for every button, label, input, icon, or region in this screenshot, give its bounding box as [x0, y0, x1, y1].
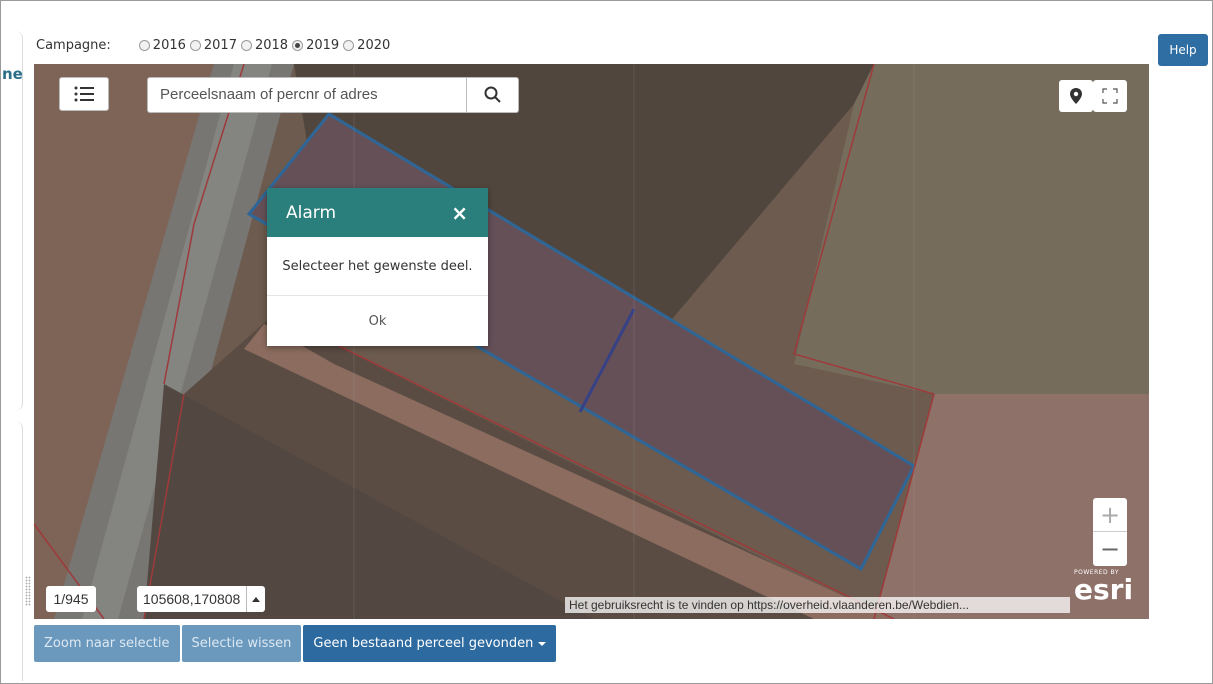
- campaign-selector: Campagne: 2016 2017 2018 2019 2020: [36, 38, 394, 53]
- no-parcel-found-button[interactable]: Geen bestaand perceel gevonden: [303, 625, 557, 662]
- clear-selection-button[interactable]: Selectie wissen: [181, 625, 302, 662]
- left-panel-edge: [1, 31, 23, 411]
- map-view[interactable]: Perceelsnaam of percnr of adres + − 1/94…: [34, 64, 1149, 619]
- campaign-label: Campagne:: [36, 38, 111, 53]
- dialog-header: Alarm ×: [267, 188, 488, 237]
- fullscreen-icon: [1102, 88, 1118, 104]
- campaign-option-2019[interactable]: 2019: [292, 38, 339, 53]
- campaign-option-2017[interactable]: 2017: [189, 38, 237, 53]
- campaign-option-2018[interactable]: 2018: [240, 38, 288, 53]
- zoom-out-button[interactable]: −: [1093, 532, 1127, 566]
- radio-button-checked[interactable]: [292, 40, 304, 51]
- search-icon: [484, 86, 501, 103]
- esri-logo: POWERED BY esri: [1074, 569, 1133, 604]
- dialog-message: Selecteer het gewenste deel.: [267, 237, 488, 296]
- chevron-down-icon: [538, 641, 547, 646]
- caret-up-icon: [252, 597, 261, 602]
- search-input[interactable]: Perceelsnaam of percnr of adres: [147, 77, 467, 113]
- campaign-option-2016[interactable]: 2016: [138, 38, 186, 53]
- alarm-dialog: Alarm × Selecteer het gewenste deel. Ok: [267, 188, 488, 346]
- radio-button[interactable]: [138, 40, 150, 51]
- list-icon: [74, 86, 94, 102]
- resize-grip[interactable]: [25, 576, 31, 606]
- modal-backdrop: [34, 64, 1149, 619]
- zoom-in-icon: +: [1099, 500, 1121, 529]
- zoom-control: + −: [1093, 498, 1127, 566]
- zoom-out-icon: −: [1099, 535, 1121, 563]
- left-panel-edge-lower: [1, 421, 23, 681]
- action-buttons: Zoom naar selectie Selectie wissen Geen …: [34, 625, 558, 662]
- map-attribution[interactable]: Het gebruiksrecht is te vinden op https:…: [565, 597, 1070, 613]
- fullscreen-button[interactable]: [1093, 80, 1127, 112]
- layer-list-button[interactable]: [59, 77, 109, 111]
- close-icon[interactable]: ×: [451, 201, 468, 225]
- app-frame: ne Campagne: 2016 2017 2018 2019 2020 He…: [0, 0, 1213, 684]
- radio-button[interactable]: [189, 40, 201, 51]
- radio-button[interactable]: [240, 40, 252, 51]
- search-bar: Perceelsnaam of percnr of adres: [147, 77, 519, 113]
- help-button[interactable]: Help: [1158, 34, 1208, 66]
- no-parcel-found-label: Geen bestaand perceel gevonden: [313, 636, 534, 651]
- parcel-counter: 1/945: [46, 586, 96, 612]
- radio-button[interactable]: [343, 40, 355, 51]
- dialog-title: Alarm: [286, 202, 337, 223]
- location-pin-icon: [1070, 88, 1082, 104]
- zoom-in-button[interactable]: +: [1093, 498, 1127, 532]
- search-button[interactable]: [467, 77, 519, 113]
- coordinate-value: 105608,170808: [137, 586, 248, 612]
- coordinate-display: 105608,170808: [137, 586, 266, 612]
- coordinate-toggle[interactable]: [247, 596, 265, 602]
- esri-wordmark: esri: [1074, 573, 1134, 606]
- locate-button[interactable]: [1059, 80, 1093, 112]
- ok-button[interactable]: Ok: [267, 296, 488, 346]
- campaign-option-2020[interactable]: 2020: [343, 38, 390, 53]
- zoom-to-selection-button[interactable]: Zoom naar selectie: [34, 625, 180, 662]
- left-panel-cut-text: ne: [2, 65, 23, 83]
